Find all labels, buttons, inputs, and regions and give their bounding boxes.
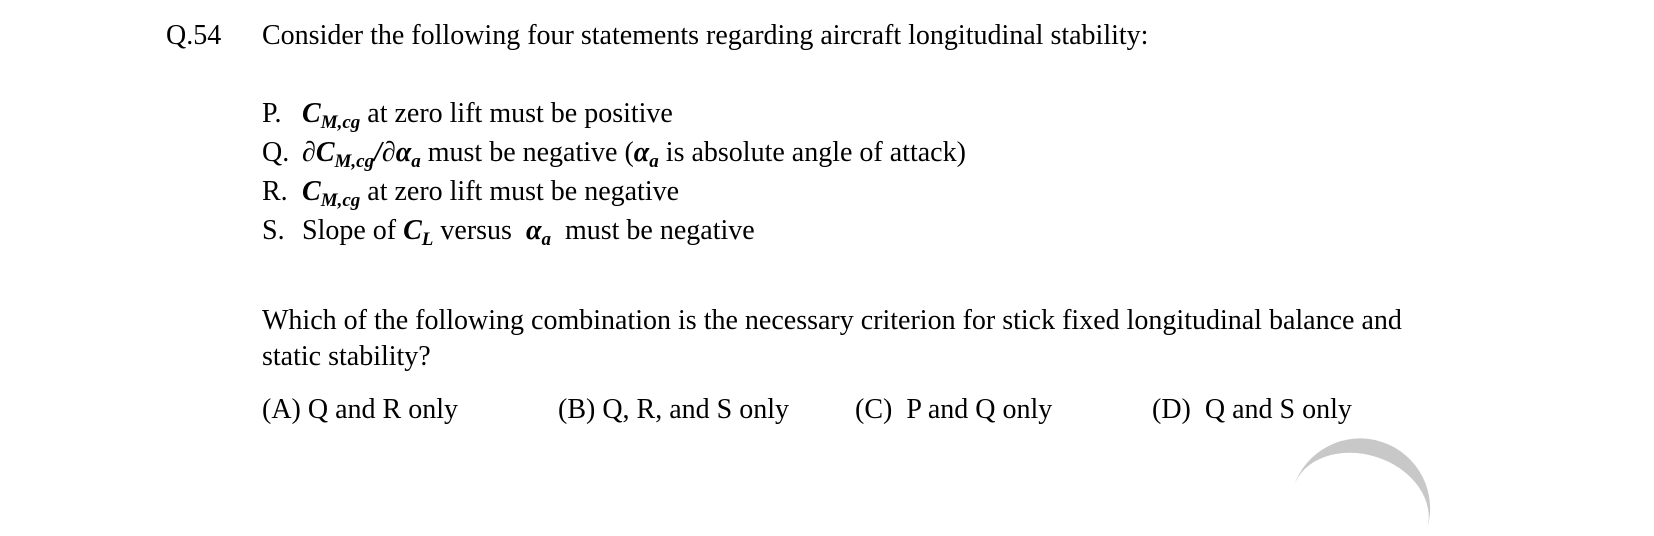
statement-text: Slope of <box>302 215 404 246</box>
statement-label: P. <box>262 98 282 129</box>
option-b[interactable]: (B) Q, R, and S only <box>558 393 789 427</box>
question-number: Q.54 <box>166 20 222 51</box>
statement-s: S. Slope of CL versus αa must be negative <box>262 214 755 250</box>
moment-coefficient-symbol: CM,cg <box>302 176 361 211</box>
statement-text: at zero lift must be negative <box>360 176 680 207</box>
option-d[interactable]: (D) Q and S only <box>1152 393 1352 427</box>
watermark-arc <box>1291 420 1449 536</box>
statement-label: Q. <box>262 137 290 168</box>
statement-q: Q. ∂CM,cg/∂αa must be negative (αa is abs… <box>262 136 966 172</box>
statement-label: S. <box>262 215 285 246</box>
moment-coefficient-symbol: CM,cg <box>302 98 361 133</box>
statement-text: at zero lift must be positive <box>360 98 673 129</box>
statement-text: must be negative <box>550 215 755 246</box>
statement-r: R. CM,cg at zero lift must be negative <box>262 175 680 211</box>
statement-text: versus <box>433 215 526 246</box>
option-a[interactable]: (A) Q and R only <box>262 393 458 427</box>
lift-coefficient-symbol: CL <box>403 215 434 250</box>
question-stem: Consider the following four statements r… <box>262 20 1149 51</box>
statement-text: is absolute angle of attack) <box>658 137 966 168</box>
option-c[interactable]: (C) P and Q only <box>855 393 1052 427</box>
angle-of-attack-symbol: αa <box>633 137 659 172</box>
statement-label: R. <box>262 176 288 207</box>
partial-derivative-symbol: ∂CM,cg/∂αa <box>302 137 421 172</box>
statement-p: P. CM,cg at zero lift must be positive <box>262 97 673 133</box>
angle-of-attack-symbol: αa <box>525 215 551 250</box>
statement-text: must be negative ( <box>420 137 634 168</box>
criterion-question: Which of the following combination is th… <box>262 305 1402 372</box>
